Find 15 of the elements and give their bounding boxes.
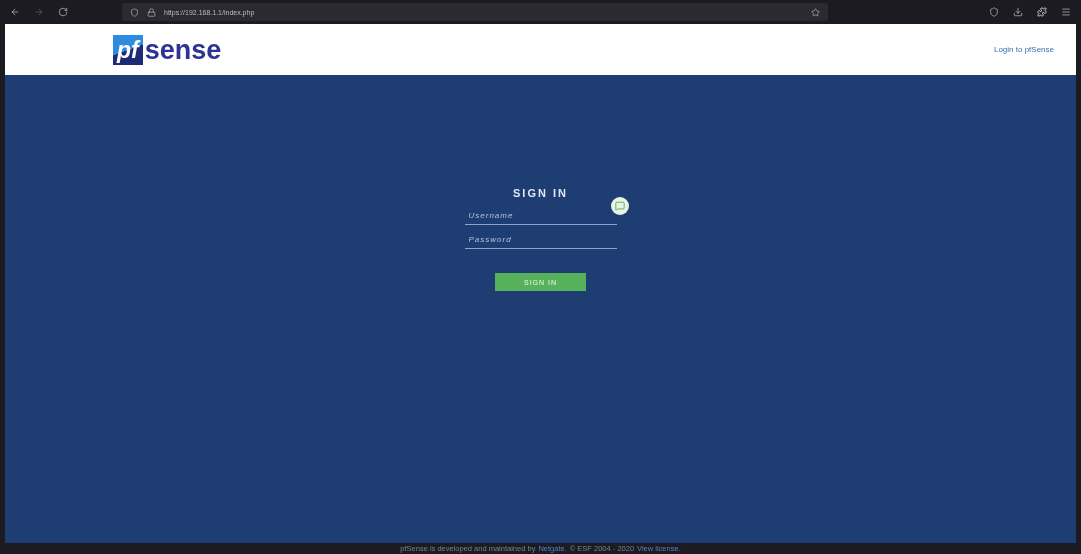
back-icon[interactable]: [10, 7, 20, 17]
lock-icon: [147, 7, 156, 17]
sign-in-title: SIGN IN: [513, 187, 568, 199]
input-field[interactable]: Password: [464, 231, 617, 249]
download-icon[interactable]: [1013, 7, 1023, 17]
shield-icon: [130, 7, 139, 17]
chat-bubble-icon[interactable]: [610, 197, 629, 215]
menu-icon[interactable]: [1061, 7, 1071, 17]
reload-icon[interactable]: [58, 7, 68, 17]
star-icon[interactable]: [811, 7, 820, 17]
puzzle-icon[interactable]: [1037, 7, 1047, 17]
pfsense-logo[interactable]: pf sense: [113, 34, 222, 65]
input-field[interactable]: Username: [464, 207, 617, 225]
login-link[interactable]: Login to pfSense: [993, 45, 1054, 54]
shield-icon[interactable]: [989, 7, 999, 17]
